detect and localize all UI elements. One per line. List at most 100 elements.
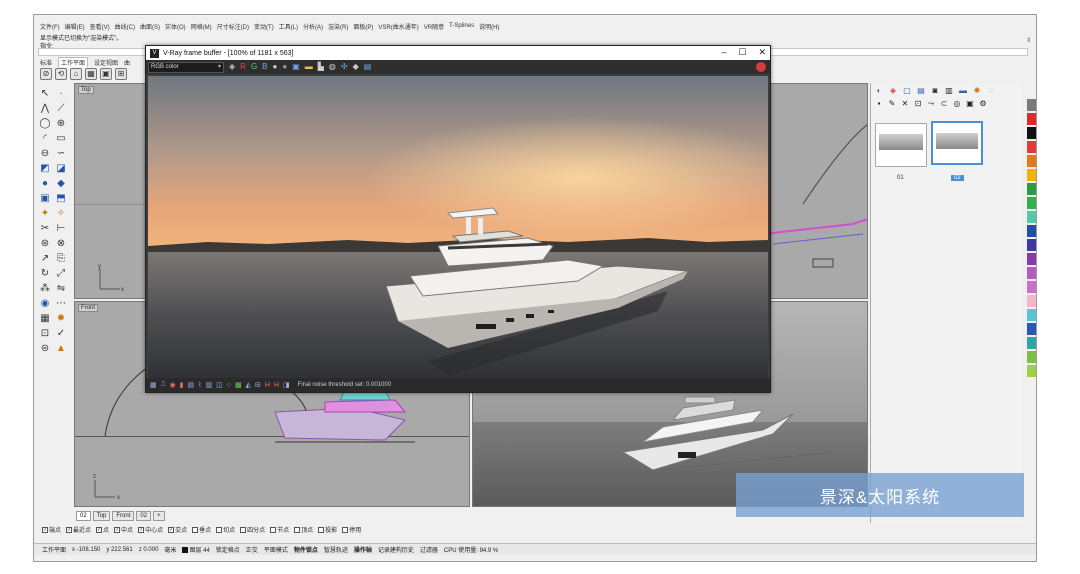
grid-icon[interactable]: ▦ [38,312,52,325]
tab-cplane[interactable]: 工作平面 [58,57,89,67]
track-mouse-icon[interactable]: ◍ [329,61,336,73]
layers-icon[interactable]: ◈ [888,86,898,96]
viewport-tab-front[interactable]: Front [112,511,135,521]
move-icon[interactable]: ↗ [38,252,52,265]
array-icon[interactable]: ⁂ [38,282,52,295]
tab-standard[interactable]: 标准 [40,58,52,67]
surface-icon[interactable]: ◩ [38,162,52,175]
osnap-item[interactable]: ✓ 交点 [168,525,187,534]
link-view-icon[interactable]: ⊟ [255,381,261,389]
smarttrack-toggle[interactable]: 智慧轨迹 [324,545,348,554]
scale-icon[interactable]: ⤢ [54,267,68,280]
menu-item[interactable]: 文件(F) [40,22,60,31]
osnap-item[interactable]: 投影 [318,525,337,534]
osnap-item[interactable]: ✓ 最近点 [66,525,91,534]
color-swatch[interactable] [1027,309,1036,321]
green-channel-toggle[interactable]: G [251,61,257,73]
polyline-icon[interactable]: ⋀ [38,102,52,115]
circle-icon[interactable]: ◯ [38,117,52,130]
clear-image-icon[interactable]: ▙ [318,61,324,73]
menu-item[interactable]: 查看(V) [90,22,110,31]
solid-icon[interactable]: ◆ [54,177,68,190]
color-swatch[interactable] [1027,127,1036,139]
gumball-toggle[interactable]: 操作轴 [354,545,372,554]
tab-curve[interactable]: 曲 [124,58,130,67]
edit-view-icon[interactable]: ✎ [887,99,897,109]
osnap-item[interactable]: ✓ 中点 [114,525,133,534]
join-icon[interactable]: ⊗ [54,237,68,250]
ipr-icon[interactable]: ◆ [353,61,359,73]
analyze-icon[interactable]: ◉ [38,297,52,310]
menu-item[interactable]: 尺寸标注(D) [217,22,249,31]
add-viewport-tab[interactable]: + [153,511,165,521]
color-swatch[interactable] [1027,323,1036,335]
save-image-icon[interactable]: ▣ [292,61,300,73]
line-icon[interactable]: ⟋ [54,102,68,115]
copy-icon[interactable]: ⎘ [54,252,68,265]
explode-icon[interactable]: ⊛ [38,237,52,250]
split-icon[interactable]: ⊢ [54,222,68,235]
folder-icon[interactable]: ▬ [305,61,313,73]
osnap-checkbox[interactable] [270,526,277,533]
osnap-item[interactable]: ✓ 中心点 [138,525,163,534]
osnap-checkbox[interactable]: ✓ [138,526,145,533]
viewport-tab-02[interactable]: 02 [76,511,91,521]
color-swatch[interactable] [1027,239,1036,251]
extrude-icon[interactable]: ⬒ [54,192,68,205]
maximize-icon[interactable]: ☐ [738,47,746,58]
select-arrow-icon[interactable]: ↖ [38,87,52,100]
box-icon[interactable]: ▣ [38,192,52,205]
osnap-item[interactable]: 垂点 [192,525,211,534]
check-icon[interactable]: ✓ [54,327,68,340]
lock-icon[interactable]: ⊡ [38,327,52,340]
color-swatch[interactable] [1027,99,1036,111]
region-render-icon[interactable]: ✣ [341,61,348,73]
menu-item[interactable]: 曲线(C) [115,22,135,31]
preview-icon[interactable]: ◎ [952,99,962,109]
circle-center-icon[interactable]: ⊕ [54,117,68,130]
osnap-checkbox[interactable]: ✓ [66,526,73,533]
link-icon[interactable]: ⊂ [939,99,949,109]
white-balance-icon[interactable]: ○ [227,382,231,389]
cplane-icon[interactable]: ⊘ [40,68,52,80]
properties-icon[interactable]: ◐ [874,86,884,96]
osnap-checkbox[interactable] [342,526,349,533]
zoom-icon[interactable]: ◭ [246,381,251,389]
color-swatch[interactable] [1027,169,1036,181]
osnap-item[interactable]: ✓ 端点 [42,525,61,534]
color-swatch[interactable] [1027,225,1036,237]
color-swatch[interactable] [1027,197,1036,209]
menu-item[interactable]: 曲面(S) [140,22,160,31]
osnap-item[interactable]: 停用 [342,525,361,534]
light-icon[interactable]: ▲ [54,342,68,355]
layer-status[interactable]: 图层 44 [182,545,210,554]
osnap-checkbox[interactable]: ✓ [96,526,103,533]
stop-render-icon[interactable] [756,62,766,72]
color-swatch[interactable] [1027,253,1036,265]
restore-view-icon[interactable]: ⊡ [913,99,923,109]
history-toggle-icon[interactable]: ▦ [150,381,157,389]
layer-icon[interactable]: ⊜ [38,342,52,355]
exposure-icon[interactable]: ▮ [180,381,184,389]
ortho-toggle[interactable]: 正交 [246,545,258,554]
color-swatch[interactable] [1027,337,1036,349]
history-icon[interactable]: ▤ [364,61,372,73]
dark-circle-icon[interactable]: ● [282,61,287,73]
menu-item[interactable]: 变动(T) [254,22,274,31]
boolean-icon[interactable]: ✦ [38,207,52,220]
osnap-checkbox[interactable] [294,526,301,533]
osnap-checkbox[interactable]: ✓ [114,526,121,533]
top-viewport-label[interactable]: Top [78,86,94,94]
named-view-thumb-01[interactable] [875,123,927,167]
tab-set-view[interactable]: 设定视图 [94,58,118,67]
menu-item[interactable]: 网格(M) [191,22,212,31]
fillet-icon[interactable]: ✧ [54,207,68,220]
menu-item[interactable]: 面板(P) [353,22,373,31]
command-scroll-icon[interactable]: ⇕ [1026,37,1032,49]
red-channel-toggle[interactable]: R [240,61,246,73]
curves-icon[interactable]: ⌇ [198,381,201,389]
display-icon[interactable]: ▢ [902,86,912,96]
levels-icon[interactable]: ▤ [188,381,195,389]
viewport-tab-top[interactable]: Top [92,511,111,521]
named-views-icon[interactable]: ▤ [916,86,926,96]
